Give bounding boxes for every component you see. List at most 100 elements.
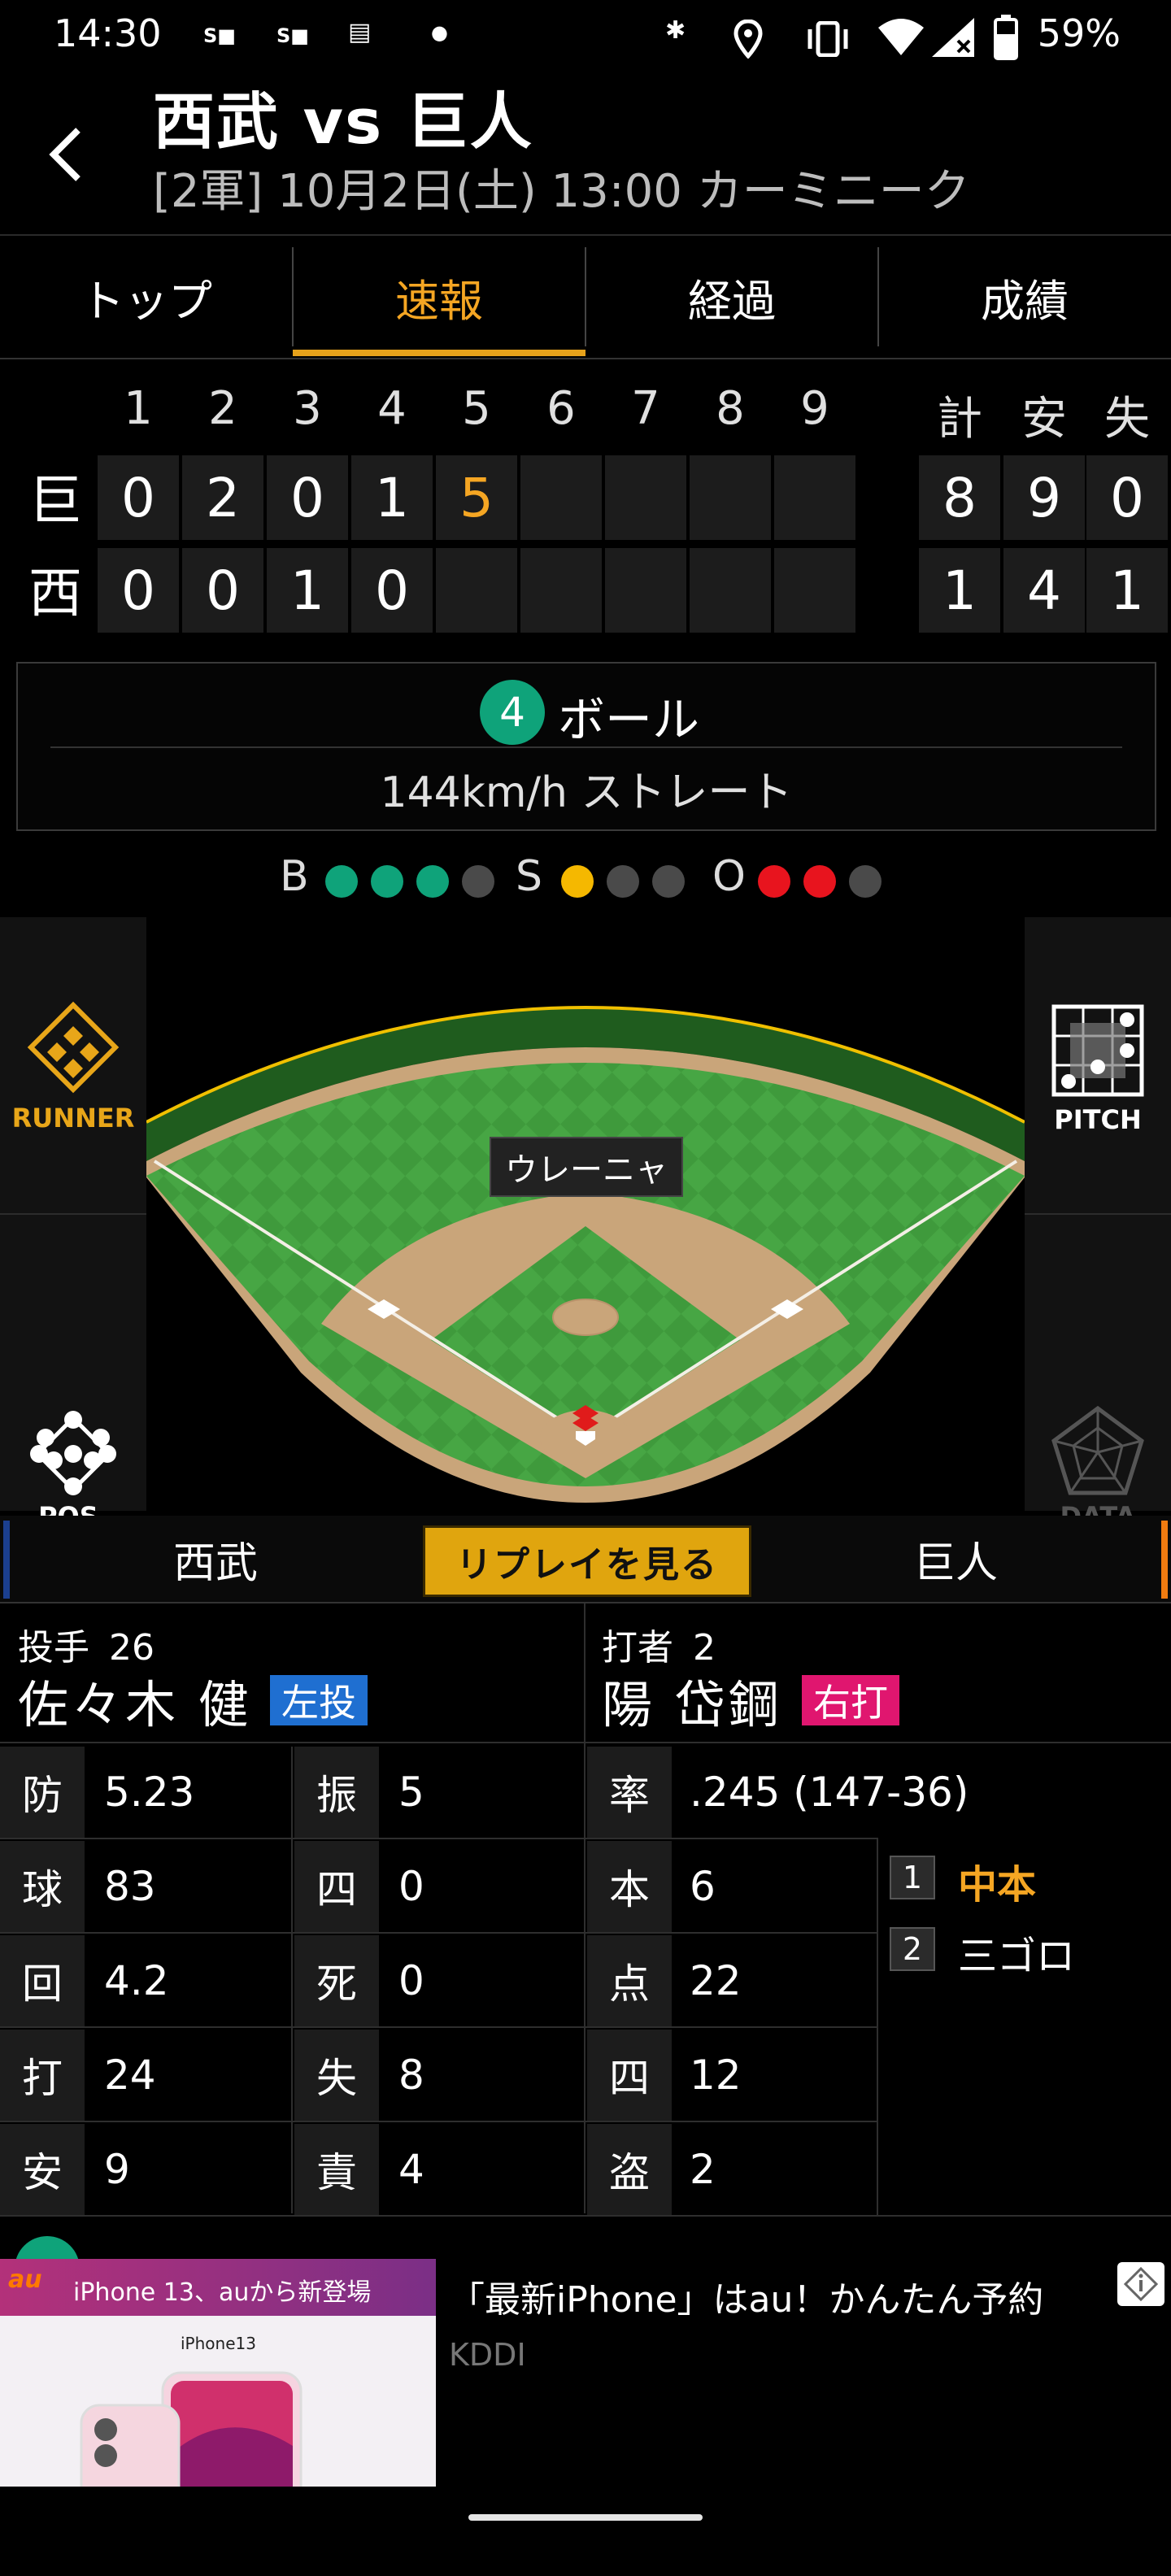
inning-header: 2 <box>208 382 237 435</box>
inning-header: 4 <box>377 382 407 435</box>
stat-value: 4 <box>398 2146 424 2193</box>
stat-value: 9 <box>104 2146 130 2193</box>
score-cell: 0 <box>98 455 179 540</box>
total-hits: 4 <box>1003 548 1085 633</box>
score-cell <box>774 455 855 540</box>
ad-image[interactable]: au iPhone 13、auから新登場 iPhone13 <box>0 2259 436 2487</box>
tab-results[interactable]: 成績 <box>878 236 1171 358</box>
stat-label: 率 <box>587 1747 672 1838</box>
score-cell-current: 5 <box>436 455 517 540</box>
pitch-label: PITCH <box>1054 1104 1142 1135</box>
batter-name[interactable]: 陽 岱鋼 <box>602 1664 782 1737</box>
outs-label: O <box>712 852 746 901</box>
dot-icon: ● <box>431 21 448 44</box>
ball-dot-off <box>462 865 494 898</box>
score-cell <box>690 548 771 633</box>
stat-value: 8 <box>398 2052 424 2099</box>
stat-value: .245 (147-36) <box>690 1769 969 1816</box>
inning-header: 8 <box>716 382 745 435</box>
positions-icon <box>30 1411 116 1495</box>
at-bat-result: 三ゴロ <box>958 1934 1076 1979</box>
stat-label: 安 <box>0 2124 85 2215</box>
stat-label: 振 <box>294 1747 379 1838</box>
score-cell: 0 <box>182 548 263 633</box>
stat-value: 0 <box>398 1863 424 1910</box>
position-button[interactable]: POS. <box>0 1215 146 1532</box>
score-cell: 0 <box>267 455 348 540</box>
score-cell <box>774 548 855 633</box>
pitch-detail: 144km/h ストレート <box>380 768 793 817</box>
advertisement[interactable]: au iPhone 13、auから新登場 iPhone13 「最新iPhone」… <box>0 2259 1171 2487</box>
chevron-left-icon <box>49 128 81 181</box>
stat-value: 6 <box>690 1863 716 1910</box>
strike-dot-on <box>561 865 594 898</box>
pitcher-role: 投手 26 <box>18 1618 155 1670</box>
stat-label: 球 <box>0 1841 85 1932</box>
pitcher-number: 26 <box>109 1627 155 1669</box>
runner-label: RUNNER <box>11 1103 135 1134</box>
inning-header: 5 <box>462 382 491 435</box>
replay-button[interactable]: リプレイを見る <box>423 1525 751 1597</box>
score-cell <box>605 455 686 540</box>
stat-value: 5 <box>398 1769 424 1816</box>
team-tab-giants[interactable]: 巨人 <box>773 1516 1138 1602</box>
left-panel: RUNNER POS. <box>0 917 146 1532</box>
stat-label: 死 <box>294 1935 379 2026</box>
ad-info-button[interactable] <box>1117 2262 1164 2306</box>
back-button[interactable] <box>42 122 91 187</box>
score-cell: 1 <box>351 455 433 540</box>
at-bat-number: 2 <box>890 1927 935 1971</box>
ad-advertiser: KDDI <box>449 2337 526 2373</box>
team-tab-seibu[interactable]: 西武 <box>33 1516 398 1602</box>
pitcher-label: ウレーニャ <box>490 1137 683 1197</box>
radar-chart-icon <box>1051 1405 1144 1495</box>
out-dot-on <box>758 865 790 898</box>
score-cell: 0 <box>351 548 433 633</box>
ad-headline[interactable]: 「最新iPhone」はau！かんたん予約 <box>449 2270 1043 2322</box>
batter-number: 2 <box>693 1627 716 1669</box>
pitch-grid-icon <box>1051 1004 1144 1097</box>
runner-button[interactable]: RUNNER <box>0 917 146 1213</box>
status-bar: 14:30 S■ S■ ▤ ● ✱ 59% <box>0 0 1171 78</box>
tab-bar: トップ 速報 経過 成績 <box>0 234 1171 359</box>
ball-dot-on <box>371 865 403 898</box>
tab-top[interactable]: トップ <box>0 236 293 358</box>
stat-value: 4.2 <box>104 1957 169 2004</box>
ad-product: iPhone13 <box>181 2334 256 2353</box>
location-icon <box>734 19 763 62</box>
right-panel: PITCH DATA <box>1025 917 1171 1532</box>
status-time: 14:30 <box>54 11 162 55</box>
total-header-errors: 失 <box>1104 393 1150 446</box>
pitcher-name[interactable]: 佐々木 健 <box>18 1664 252 1737</box>
pitch-result-box: 4 ボール 144km/h ストレート <box>16 662 1156 831</box>
total-runs: 1 <box>919 548 1000 633</box>
batter-hand-badge: 右打 <box>802 1675 899 1725</box>
pitcher-role-label: 投手 <box>18 1627 89 1669</box>
team-switcher: 西武 リプレイを見る 巨人 <box>0 1516 1171 1603</box>
runner-icon <box>27 1001 120 1094</box>
stat-value: 22 <box>690 1957 742 2004</box>
stat-label: 盗 <box>587 2124 672 2215</box>
battery-percent: 59% <box>1037 11 1121 55</box>
wifi-icon <box>877 16 925 60</box>
tab-progress[interactable]: 経過 <box>586 236 878 358</box>
pitch-button[interactable]: PITCH <box>1025 917 1171 1213</box>
score-cell: 2 <box>182 455 263 540</box>
strikes-label: S <box>516 852 543 901</box>
home-gesture-bar[interactable] <box>468 2514 703 2521</box>
at-bat-number: 1 <box>890 1856 935 1899</box>
stat-value: 2 <box>690 2146 716 2193</box>
score-cell <box>690 455 771 540</box>
score-cell: 0 <box>98 548 179 633</box>
total-hits: 9 <box>1003 455 1085 540</box>
ball-dot-on <box>325 865 358 898</box>
active-tab-indicator <box>293 350 586 356</box>
stat-label: 失 <box>294 2030 379 2121</box>
stat-label: 本 <box>587 1841 672 1932</box>
bluetooth-icon: ✱ <box>665 16 686 45</box>
tab-live[interactable]: 速報 <box>293 236 586 358</box>
score-cell <box>520 548 602 633</box>
inning-header: 3 <box>293 382 322 435</box>
data-button[interactable]: DATA <box>1025 1215 1171 1532</box>
stat-value: 0 <box>398 1957 424 2004</box>
